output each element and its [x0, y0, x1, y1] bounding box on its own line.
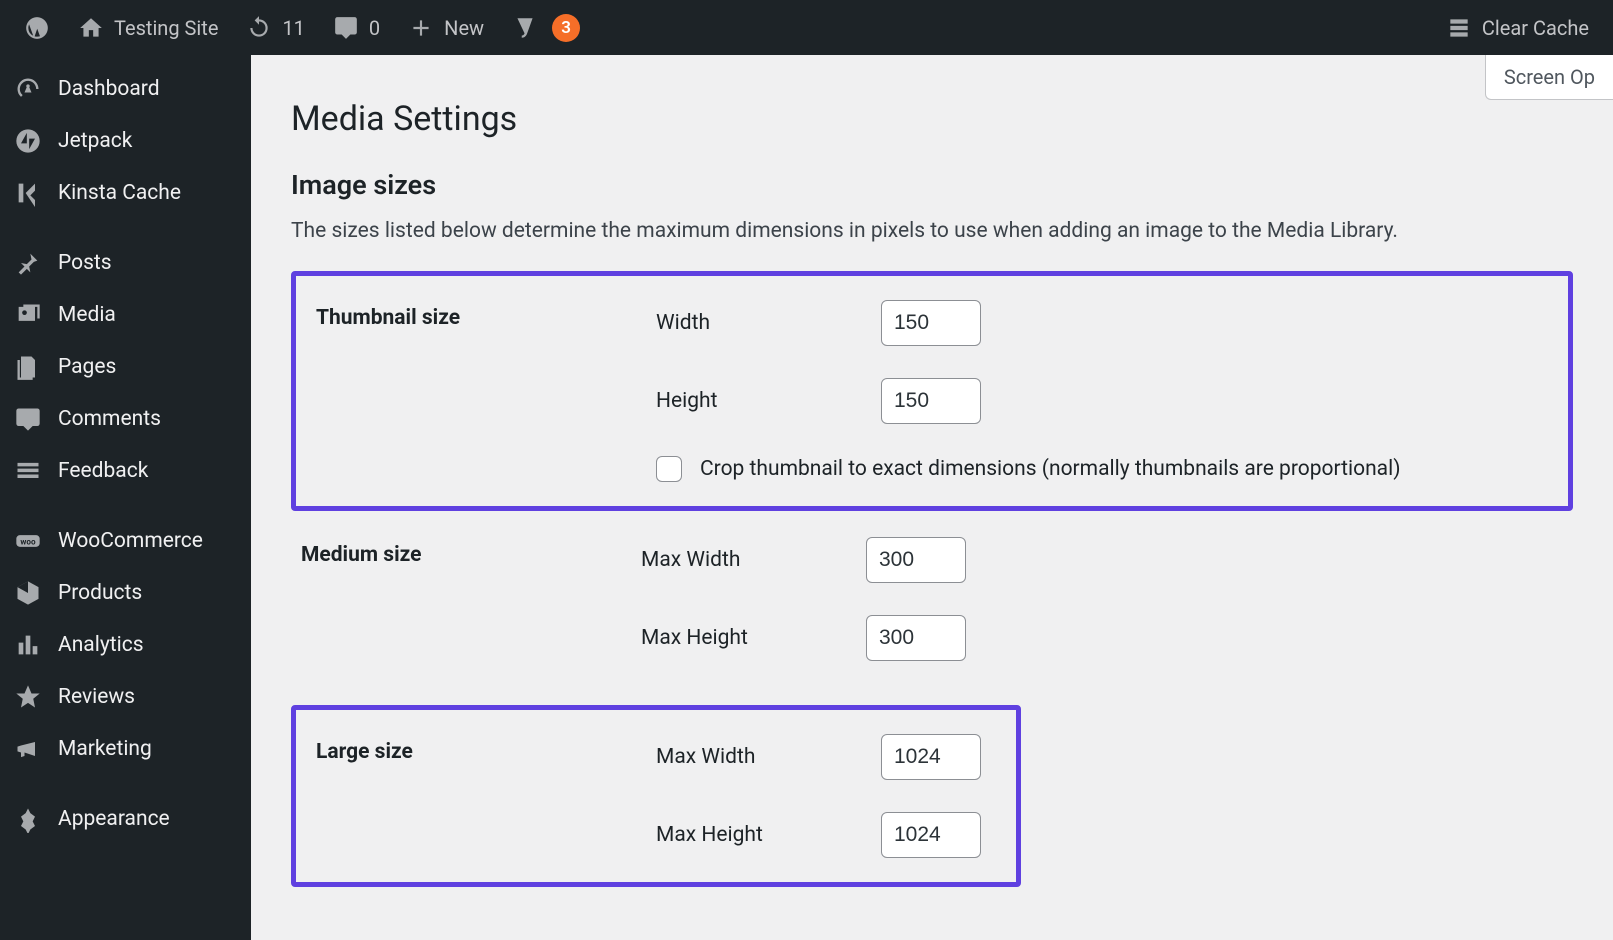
medium-max-width-label: Max Width	[641, 548, 866, 572]
sidebar-item-label: Pages	[58, 355, 116, 379]
large-max-height-label: Max Height	[656, 823, 881, 847]
comment-icon	[333, 15, 359, 41]
section-description: The sizes listed below determine the max…	[291, 219, 1573, 243]
sidebar-item-posts[interactable]: Posts	[0, 237, 251, 289]
woo-icon: woo	[14, 527, 42, 555]
appearance-icon	[14, 805, 42, 833]
crop-label: Crop thumbnail to exact dimensions (norm…	[700, 457, 1401, 481]
cache-icon	[1446, 15, 1472, 41]
sidebar-item-marketing[interactable]: Marketing	[0, 723, 251, 775]
sidebar-item-label: Marketing	[58, 737, 152, 761]
sidebar-item-label: Dashboard	[58, 77, 160, 101]
sidebar-item-label: Analytics	[58, 633, 144, 657]
thumbnail-height-input[interactable]	[881, 378, 981, 424]
products-icon	[14, 579, 42, 607]
sidebar-item-reviews[interactable]: Reviews	[0, 671, 251, 723]
screen-options-tab[interactable]: Screen Op	[1485, 55, 1613, 100]
yoast-seo[interactable]: 3	[498, 0, 594, 55]
sidebar-item-label: Media	[58, 303, 116, 327]
comments[interactable]: 0	[319, 0, 394, 55]
thumbnail-size-group: Thumbnail size Width Height Crop thumbna…	[291, 271, 1573, 511]
crop-checkbox[interactable]	[656, 456, 682, 482]
sidebar-item-label: Products	[58, 581, 142, 605]
updates-count: 11	[282, 16, 304, 40]
sidebar-item-label: Jetpack	[58, 129, 132, 153]
kinsta-icon	[14, 179, 42, 207]
wordpress-icon	[24, 15, 50, 41]
analytics-icon	[14, 631, 42, 659]
sidebar-item-label: Kinsta Cache	[58, 181, 181, 205]
feedback-icon	[14, 457, 42, 485]
clear-cache-label: Clear Cache	[1482, 16, 1589, 40]
svg-text:woo: woo	[20, 537, 36, 547]
clear-cache[interactable]: Clear Cache	[1432, 0, 1603, 55]
sidebar-item-label: Appearance	[58, 807, 170, 831]
medium-heading: Medium size	[301, 537, 641, 661]
large-max-width-label: Max Width	[656, 745, 881, 769]
section-title: Image sizes	[291, 169, 1573, 201]
home-icon	[78, 15, 104, 41]
sidebar-item-media[interactable]: Media	[0, 289, 251, 341]
thumbnail-height-label: Height	[656, 389, 881, 413]
thumbnail-heading: Thumbnail size	[316, 300, 656, 482]
sidebar-item-feedback[interactable]: Feedback	[0, 445, 251, 497]
medium-max-height-label: Max Height	[641, 626, 866, 650]
sidebar-item-jetpack[interactable]: Jetpack	[0, 115, 251, 167]
admin-sidebar: Dashboard Jetpack Kinsta Cache Posts Med…	[0, 55, 251, 940]
sidebar-item-products[interactable]: Products	[0, 567, 251, 619]
update-icon	[246, 15, 272, 41]
main-content: Screen Op Media Settings Image sizes The…	[251, 55, 1613, 940]
new-label: New	[444, 16, 484, 40]
large-max-width-input[interactable]	[881, 734, 981, 780]
plus-icon	[408, 15, 434, 41]
site-name[interactable]: Testing Site	[64, 0, 232, 55]
screen-options-label: Screen Op	[1504, 65, 1595, 89]
sidebar-item-kinsta-cache[interactable]: Kinsta Cache	[0, 167, 251, 219]
pages-icon	[14, 353, 42, 381]
new-content[interactable]: New	[394, 0, 498, 55]
large-max-height-input[interactable]	[881, 812, 981, 858]
sidebar-item-woocommerce[interactable]: woo WooCommerce	[0, 515, 251, 567]
sidebar-item-label: Feedback	[58, 459, 148, 483]
medium-max-height-input[interactable]	[866, 615, 966, 661]
jetpack-icon	[14, 127, 42, 155]
sidebar-item-pages[interactable]: Pages	[0, 341, 251, 393]
yoast-icon	[512, 15, 538, 41]
pin-icon	[14, 249, 42, 277]
comment-bubble-icon	[14, 405, 42, 433]
sidebar-item-appearance[interactable]: Appearance	[0, 793, 251, 845]
sidebar-item-label: Comments	[58, 407, 161, 431]
sidebar-item-comments[interactable]: Comments	[0, 393, 251, 445]
medium-max-width-input[interactable]	[866, 537, 966, 583]
thumbnail-width-label: Width	[656, 311, 881, 335]
thumbnail-width-input[interactable]	[881, 300, 981, 346]
comments-count: 0	[369, 16, 380, 40]
star-icon	[14, 683, 42, 711]
sidebar-item-analytics[interactable]: Analytics	[0, 619, 251, 671]
sidebar-item-label: Reviews	[58, 685, 135, 709]
sidebar-item-label: WooCommerce	[58, 529, 203, 553]
site-name-label: Testing Site	[114, 16, 218, 40]
megaphone-icon	[14, 735, 42, 763]
seo-badge: 3	[552, 14, 580, 42]
large-size-group: Large size Max Width Max Height	[291, 705, 1021, 887]
page-title: Media Settings	[291, 99, 1573, 139]
wp-logo[interactable]	[10, 0, 64, 55]
sidebar-item-label: Posts	[58, 251, 112, 275]
media-icon	[14, 301, 42, 329]
dashboard-icon	[14, 75, 42, 103]
sidebar-item-dashboard[interactable]: Dashboard	[0, 63, 251, 115]
updates[interactable]: 11	[232, 0, 318, 55]
admin-bar: Testing Site 11 0 New 3 Clear Cache	[0, 0, 1613, 55]
large-heading: Large size	[316, 734, 656, 858]
medium-size-group: Medium size Max Width Max Height	[291, 533, 1573, 665]
